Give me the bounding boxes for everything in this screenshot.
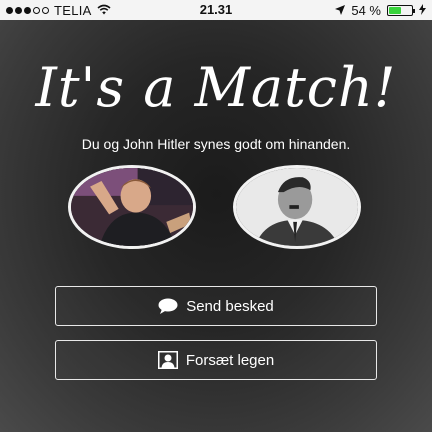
- keep-playing-label: Forsæt legen: [185, 351, 275, 369]
- match-title: It's a Match!: [35, 56, 397, 119]
- battery-percent: 54 %: [351, 2, 381, 18]
- battery-icon: [387, 4, 415, 16]
- battery-level-fill: [389, 6, 401, 14]
- person-card-icon: [157, 351, 178, 369]
- profile-photo-image: [71, 168, 193, 246]
- send-message-label: Send besked: [186, 297, 274, 315]
- location-arrow-icon: [335, 3, 346, 18]
- match-subtitle: Du og John Hitler synes godt om hinanden…: [81, 136, 351, 152]
- charging-bolt-icon: [419, 3, 426, 18]
- match-screen: TELIA 21.31 54 % It's a Match! Du og Joh…: [0, 0, 432, 432]
- send-message-button[interactable]: Send besked: [55, 286, 377, 326]
- chat-bubble-icon: [158, 298, 178, 314]
- my-profile-photo: [68, 165, 196, 249]
- match-profile-photo: [233, 165, 361, 249]
- keep-playing-button[interactable]: Forsæt legen: [55, 340, 377, 380]
- profile-photo-image: [236, 168, 358, 246]
- status-right: 54 %: [335, 0, 426, 20]
- status-bar: TELIA 21.31 54 %: [0, 0, 432, 20]
